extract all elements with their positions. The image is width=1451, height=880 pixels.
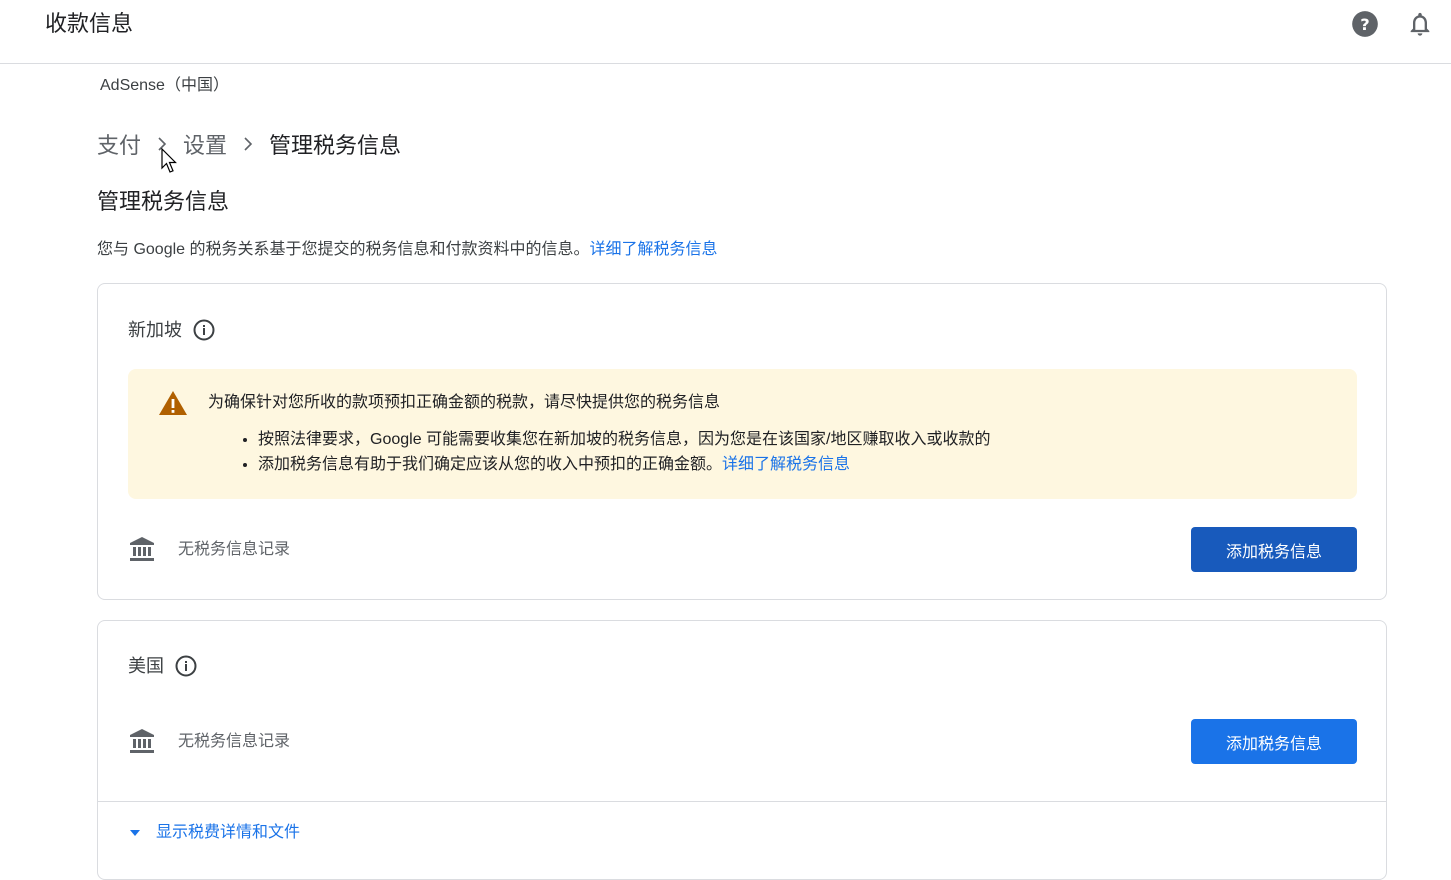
- account-name: AdSense（中国）: [100, 77, 229, 94]
- breadcrumb-payments[interactable]: 支付: [97, 128, 141, 160]
- show-tax-details-toggle[interactable]: 显示税费详情和文件: [128, 819, 300, 847]
- divider: [98, 801, 1386, 802]
- warning-list: 按照法律要求，Google 可能需要收集您在新加坡的税务信息，因为您是在该国家/…: [240, 427, 991, 477]
- tax-record-row: 无税务信息记录 添加税务信息: [128, 719, 1357, 765]
- page-title: 收款信息: [45, 11, 134, 36]
- bank-icon: [130, 537, 154, 561]
- country-name: 新加坡: [128, 320, 182, 340]
- tax-card-singapore: 新加坡 为确保针对您所收的款项预扣正确金额的税款，请尽快提供您的税务信息 按照法…: [97, 283, 1387, 600]
- add-tax-info-button[interactable]: 添加税务信息: [1191, 527, 1357, 572]
- country-heading: 新加坡: [128, 316, 216, 344]
- info-icon[interactable]: [174, 654, 198, 678]
- no-record-text: 无税务信息记录: [178, 541, 291, 558]
- svg-text:?: ?: [1360, 15, 1369, 34]
- breadcrumb: 支付 设置 管理税务信息: [97, 126, 401, 162]
- info-icon[interactable]: [192, 318, 216, 342]
- no-record-text: 无税务信息记录: [178, 733, 291, 750]
- top-app-bar: 收款信息 ?: [0, 0, 1451, 64]
- warning-bullet-text: 添加税务信息有助于我们确定应该从您的收入中预扣的正确金额。: [258, 456, 723, 473]
- section-heading: 管理税务信息: [97, 189, 230, 214]
- tax-warning-banner: 为确保针对您所收的款项预扣正确金额的税款，请尽快提供您的税务信息 按照法律要求，…: [128, 369, 1357, 499]
- warning-title: 为确保针对您所收的款项预扣正确金额的税款，请尽快提供您的税务信息: [208, 394, 721, 411]
- warning-bullet: 按照法律要求，Google 可能需要收集您在新加坡的税务信息，因为您是在该国家/…: [258, 427, 991, 452]
- breadcrumb-manage-tax: 管理税务信息: [269, 133, 402, 158]
- tax-record-row: 无税务信息记录 添加税务信息: [128, 527, 1357, 573]
- learn-more-link[interactable]: 详细了解税务信息: [590, 241, 718, 258]
- warning-learn-more-link[interactable]: 详细了解税务信息: [722, 456, 850, 473]
- chevron-right-icon: [235, 133, 261, 155]
- bell-icon[interactable]: [1406, 10, 1434, 38]
- tax-card-united-states: 美国 无税务信息记录 添加税务信息 显示税费详情和文件: [97, 620, 1387, 880]
- caret-down-icon: [130, 830, 140, 836]
- warning-bullet: 添加税务信息有助于我们确定应该从您的收入中预扣的正确金额。详细了解税务信息: [258, 452, 991, 477]
- warning-icon: [159, 391, 187, 415]
- help-icon[interactable]: ?: [1351, 10, 1379, 38]
- add-tax-info-button[interactable]: 添加税务信息: [1191, 719, 1357, 764]
- country-heading: 美国: [128, 652, 198, 680]
- toggle-label: 显示税费详情和文件: [156, 824, 301, 841]
- intro-sentence: 您与 Google 的税务关系基于您提交的税务信息和付款资料中的信息。: [97, 241, 590, 258]
- country-name: 美国: [128, 656, 164, 676]
- breadcrumb-settings[interactable]: 设置: [183, 128, 227, 160]
- intro-text: 您与 Google 的税务关系基于您提交的税务信息和付款资料中的信息。详细了解税…: [97, 238, 718, 262]
- bank-icon: [130, 729, 154, 753]
- chevron-right-icon: [149, 133, 175, 155]
